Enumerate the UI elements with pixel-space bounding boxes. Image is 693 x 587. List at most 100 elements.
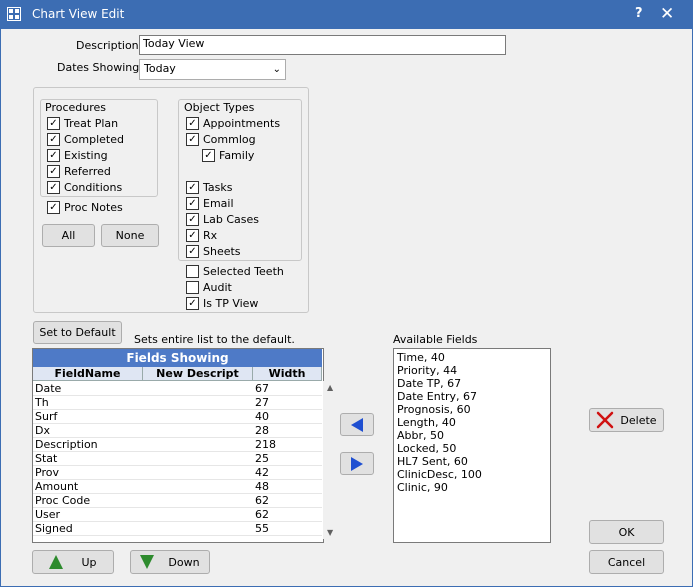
proc-notes-checkbox[interactable]: ✓ Proc Notes [47,199,123,215]
object-type-checkbox[interactable]: ✓ Sheets [186,243,241,259]
list-item[interactable]: ClinicDesc, 100 [397,468,482,481]
column-header-fieldname[interactable]: FieldName [33,367,143,381]
ok-button[interactable]: OK [589,520,664,544]
table-cell: Description [35,438,98,451]
list-item[interactable]: Prognosis, 60 [397,403,471,416]
procedures-title: Procedures [45,101,106,114]
procedure-checkbox[interactable]: ✓ Existing [47,147,108,163]
move-left-button[interactable] [340,413,374,436]
table-row[interactable]: Th 27 [33,396,322,410]
list-item[interactable]: Length, 40 [397,416,456,429]
delete-x-icon [597,411,614,429]
table-cell: Signed [35,522,73,535]
table-row[interactable]: Date 67 [33,382,322,396]
table-cell [143,522,253,536]
move-right-button[interactable] [340,452,374,475]
checkbox-icon: ✓ [202,148,215,162]
object-option-checkbox[interactable]: Audit [186,279,232,295]
object-type-checkbox[interactable]: ✓ Tasks [186,179,232,195]
table-cell [143,466,253,480]
list-item[interactable]: Locked, 50 [397,442,456,455]
object-type-checkbox[interactable]: ✓ Lab Cases [186,211,259,227]
table-row[interactable]: Surf 40 [33,410,322,424]
delete-button[interactable]: Delete [589,408,664,432]
column-header-new-descript[interactable]: New Descript [143,367,253,381]
none-button[interactable]: None [101,224,159,247]
close-icon[interactable]: ✕ [660,4,674,24]
cancel-button[interactable]: Cancel [589,550,664,574]
object-type-checkbox[interactable]: ✓ Rx [186,227,217,243]
table-cell [143,424,253,438]
object-option-checkbox[interactable]: Selected Teeth [186,263,284,279]
grid-title: Fields Showing [33,349,322,367]
table-cell: 27 [255,396,269,409]
table-cell: Stat [35,452,58,465]
list-item[interactable]: Abbr, 50 [397,429,444,442]
table-row[interactable]: Description 218 [33,438,322,452]
checkbox-icon [186,264,199,278]
table-cell: 25 [255,452,269,465]
procedure-checkbox[interactable]: ✓ Completed [47,131,124,147]
table-cell: Dx [35,424,50,437]
column-header-width[interactable]: Width [253,367,322,381]
scroll-down-icon[interactable]: ▼ [327,528,333,537]
table-row[interactable]: Amount 48 [33,480,322,494]
procedure-checkbox[interactable]: ✓ Treat Plan [47,115,118,131]
object-type-checkbox[interactable]: ✓ Family [202,147,254,163]
help-icon[interactable]: ? [635,6,643,21]
table-cell [143,494,253,508]
checkbox-icon: ✓ [186,132,199,146]
grid-scrollbar[interactable]: ▲ ▼ [323,381,340,539]
all-button[interactable]: All [42,224,95,247]
table-cell: 42 [255,466,269,479]
arrow-down-icon [140,555,155,569]
available-fields-list[interactable]: Time, 40 Priority, 44 Date TP, 67 Date Entr… [393,348,551,543]
table-cell: Date [35,382,62,395]
arrow-left-icon [351,417,363,432]
list-item[interactable]: HL7 Sent, 60 [397,455,468,468]
checkbox-icon: ✓ [186,196,199,210]
list-item[interactable]: Date Entry, 67 [397,390,477,403]
up-button[interactable]: Up [32,550,114,574]
table-cell [143,410,253,424]
dates-showing-select[interactable]: Today ⌄ [139,59,286,80]
table-row[interactable]: Proc Code 62 [33,494,322,508]
table-cell: 62 [255,508,269,521]
procedure-checkbox[interactable]: ✓ Conditions [47,179,122,195]
description-input[interactable]: Today View [139,35,506,55]
table-row[interactable]: Prov 42 [33,466,322,480]
grid-header: FieldName New Descript Width [33,367,322,381]
object-type-checkbox[interactable]: ✓ Appointments [186,115,280,131]
fields-showing-grid[interactable]: Fields Showing FieldName New Descript Wi… [32,348,340,543]
list-item[interactable]: Clinic, 90 [397,481,448,494]
scroll-up-icon[interactable]: ▲ [327,383,333,392]
dates-showing-label: Dates Showing [57,61,140,74]
object-type-checkbox[interactable]: ✓ Email [186,195,234,211]
table-cell: Proc Code [35,494,91,507]
set-to-default-hint: Sets entire list to the default. [134,333,295,346]
app-icon [7,7,21,21]
checkbox-icon: ✓ [186,180,199,194]
object-types-title: Object Types [184,101,255,114]
object-option-checkbox[interactable]: ✓ Is TP View [186,295,258,311]
description-label: Description [76,39,139,52]
arrow-right-icon [351,456,363,471]
list-item[interactable]: Priority, 44 [397,364,457,377]
table-row[interactable]: User 62 [33,508,322,522]
down-button[interactable]: Down [130,550,210,574]
table-row[interactable]: Signed 55 [33,522,322,536]
list-item[interactable]: Date TP, 67 [397,377,461,390]
set-to-default-button[interactable]: Set to Default [33,321,122,344]
table-row[interactable]: Dx 28 [33,424,322,438]
checkbox-icon: ✓ [186,212,199,226]
procedure-checkbox[interactable]: ✓ Referred [47,163,111,179]
table-row[interactable]: Stat 25 [33,452,322,466]
dates-showing-value: Today [144,62,176,75]
arrow-up-icon [49,555,64,569]
checkbox-icon: ✓ [186,244,199,258]
list-item[interactable]: Time, 40 [397,351,445,364]
checkbox-icon: ✓ [47,200,60,214]
object-type-checkbox[interactable]: ✓ Commlog [186,131,256,147]
table-cell: 40 [255,410,269,423]
table-cell: 218 [255,438,276,451]
